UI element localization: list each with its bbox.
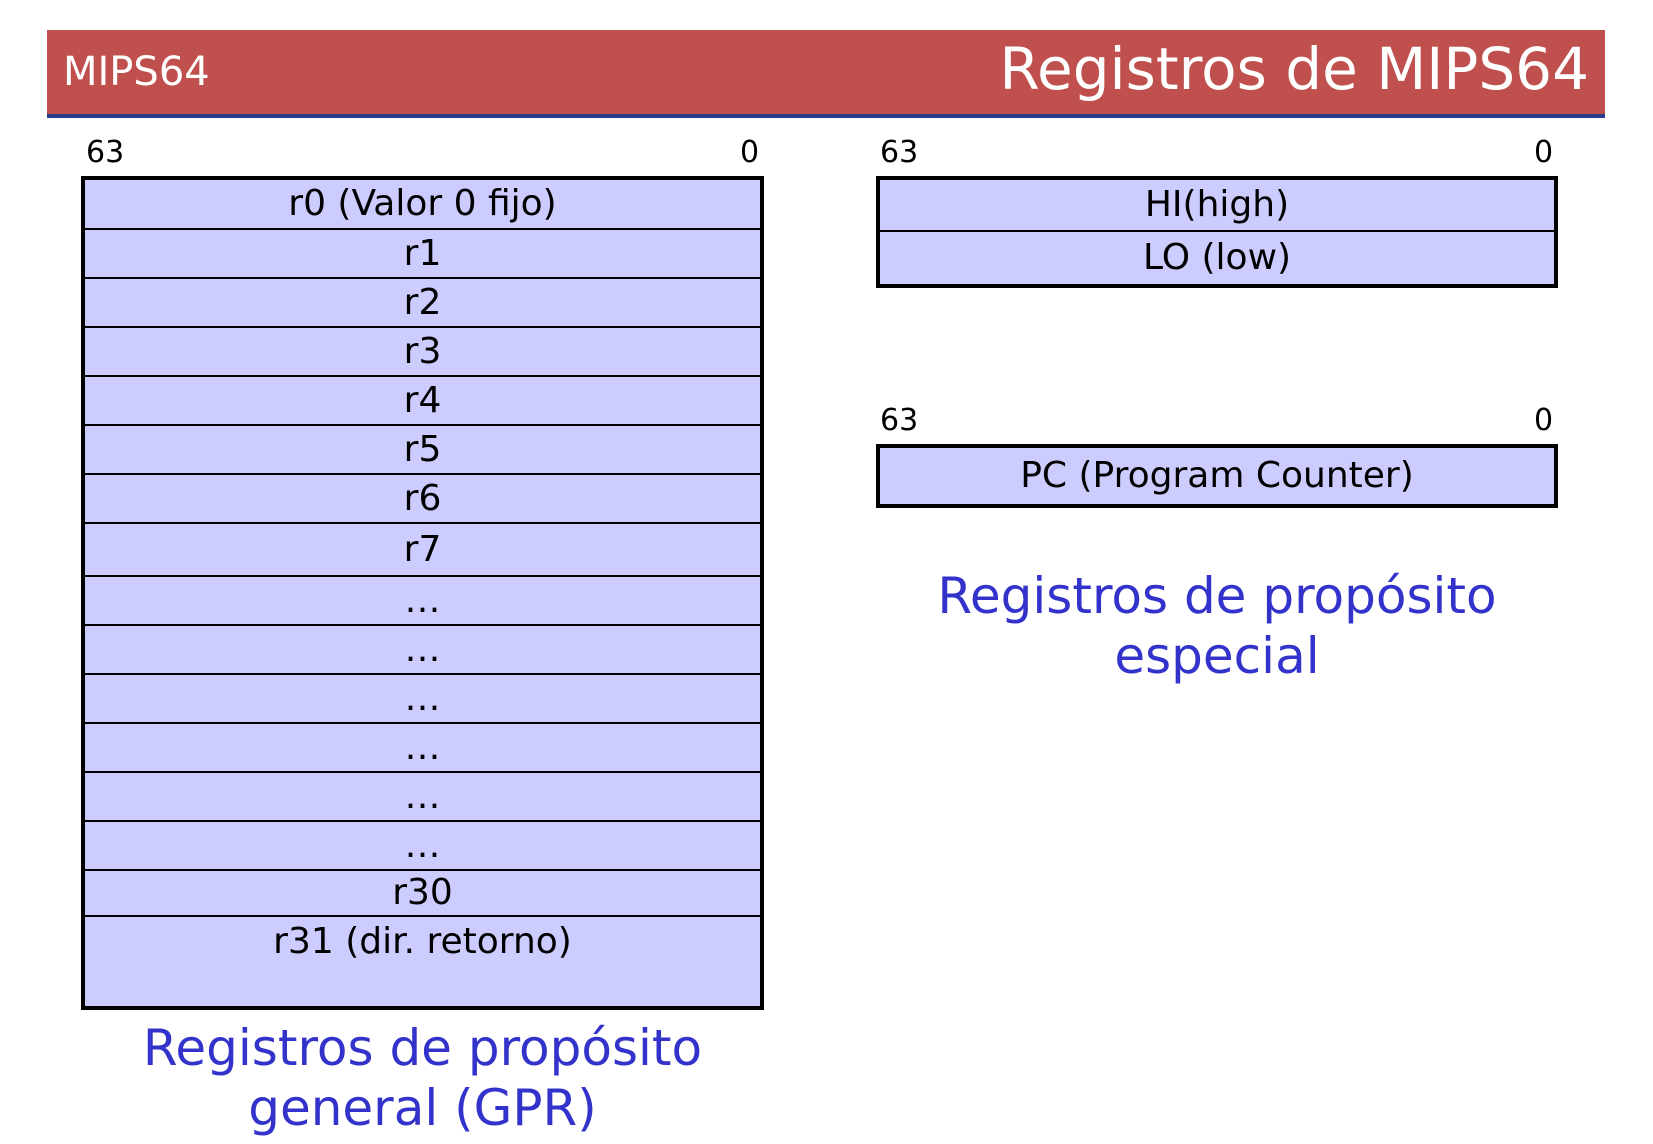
hilo-bit-high-label: 63 (880, 135, 919, 170)
gpr-register-file: r0 (Valor 0 fijo) r1 r2 r3 r4 r5 r6 r7……………… r30… (81, 176, 764, 1010)
gpr-caption-line2: general (GPR) (248, 1079, 597, 1137)
gpr-register-row: … (85, 675, 760, 724)
gpr-caption: Registros de propósito general (GPR) (81, 1018, 764, 1138)
section-label: MIPS64 (63, 49, 210, 95)
pc-bit-high-label: 63 (880, 403, 919, 438)
gpr-register-row: r3 (85, 328, 760, 377)
title-bar: MIPS64 Registros de MIPS64 (47, 30, 1605, 118)
gpr-register-row: r2 (85, 279, 760, 328)
pc-register: PC (Program Counter) (876, 444, 1558, 508)
gpr-register-row: r0 (Valor 0 fijo) (85, 180, 760, 230)
gpr-register-row: r6 (85, 475, 760, 524)
hilo-registers: HI(high) LO (low) (876, 176, 1558, 288)
gpr-register-row: … (85, 724, 760, 773)
gpr-bit-high-label: 63 (86, 135, 125, 170)
gpr-register-row: … (85, 626, 760, 675)
special-caption-line2: especial (1114, 627, 1320, 685)
hilo-bit-low-label: 0 (1534, 135, 1554, 170)
hilo-register-row: LO (low) (1142, 237, 1292, 278)
gpr-register-row: r7 (85, 524, 760, 577)
hilo-register-row: HI(high) (880, 180, 1554, 232)
gpr-register-row: r5 (85, 426, 760, 475)
pc-register-row: PC (Program Counter) (1020, 455, 1414, 496)
special-caption: Registros de propósito especial (876, 566, 1558, 686)
gpr-register-row: r31 (dir. retorno) (273, 920, 572, 962)
gpr-bit-low-label: 0 (740, 135, 760, 170)
gpr-register-row: … (85, 822, 760, 871)
special-caption-line1: Registros de propósito (937, 567, 1497, 625)
pc-bit-low-label: 0 (1534, 403, 1554, 438)
gpr-register-row: r4 (85, 377, 760, 426)
gpr-register-row: r30 (85, 871, 760, 917)
gpr-register-row: … (85, 773, 760, 822)
gpr-register-row: r1 (85, 230, 760, 279)
page-title: Registros de MIPS64 (999, 35, 1589, 103)
gpr-register-row: … (85, 577, 760, 626)
gpr-caption-line1: Registros de propósito (142, 1019, 703, 1077)
